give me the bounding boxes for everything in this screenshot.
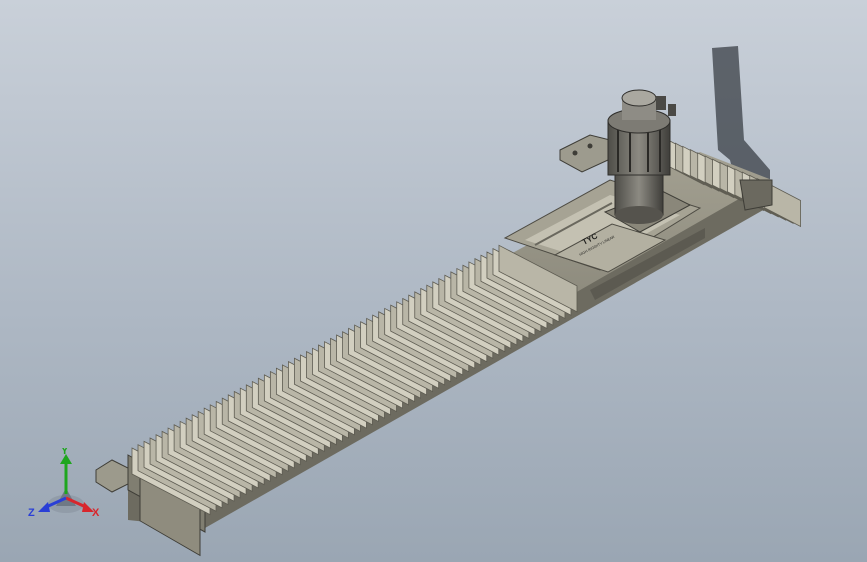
motor-connector <box>668 104 676 116</box>
motor-connector <box>656 96 666 110</box>
cad-viewport[interactable]: TYC HIGH RIGIDITY LINEAR <box>0 0 867 562</box>
x-axis-label: X <box>92 507 100 519</box>
axis-triad: Y X Z <box>28 448 100 519</box>
y-axis-label: Y <box>61 448 69 457</box>
right-end-cap <box>739 179 773 211</box>
z-axis-arrow <box>38 502 50 512</box>
motor-bracket-plate <box>559 134 611 173</box>
z-axis-label: Z <box>28 507 35 519</box>
long-bellows-cover <box>131 244 578 516</box>
